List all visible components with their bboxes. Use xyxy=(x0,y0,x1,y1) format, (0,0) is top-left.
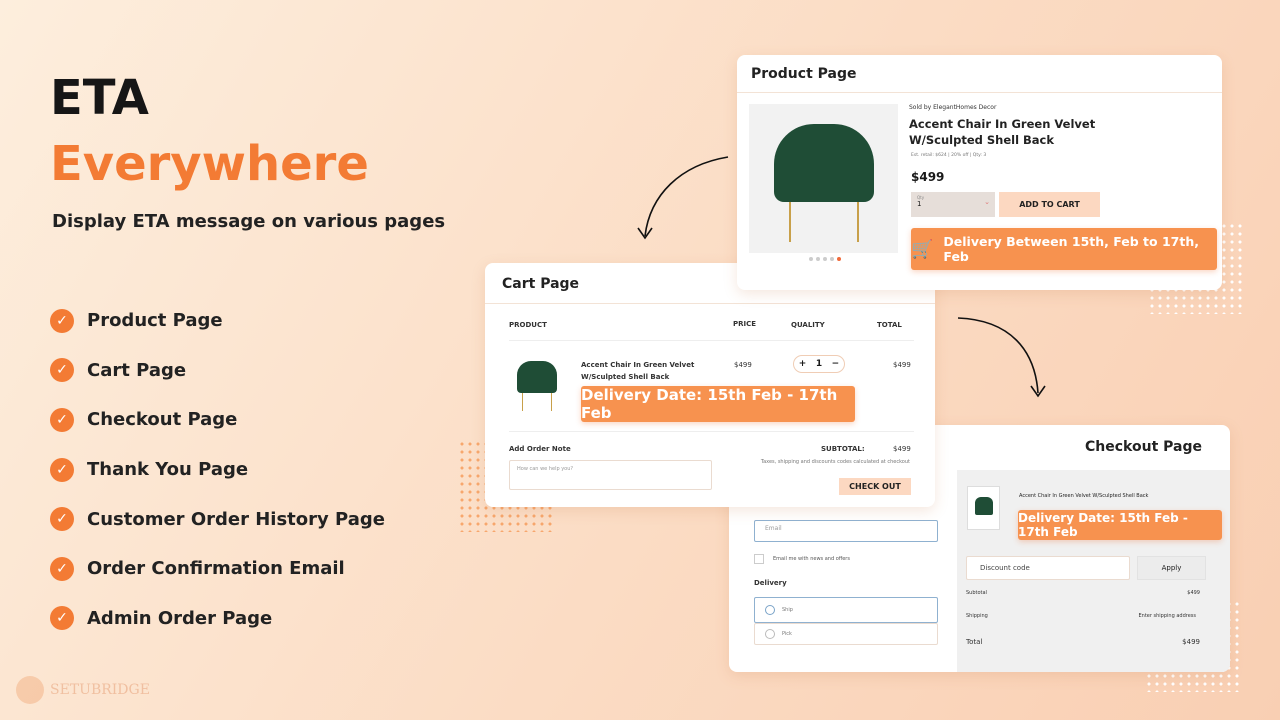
product-image xyxy=(513,361,561,417)
arrow-cart-to-checkout xyxy=(957,317,1039,394)
plus-button[interactable]: + xyxy=(799,359,807,369)
product-thumbnail xyxy=(967,486,1000,530)
delivery-option-pick[interactable]: Pick xyxy=(754,623,938,645)
card-title: Product Page xyxy=(751,66,857,82)
arrow-product-to-cart xyxy=(644,156,729,237)
eta-message: Delivery Date: 15th Feb - 17th Feb xyxy=(581,386,855,422)
order-note-textarea[interactable]: How can we help you? xyxy=(509,460,712,490)
delivery-option-ship[interactable]: Ship xyxy=(754,597,938,623)
order-summary-panel: Accent Chair In Green Velvet W/Sculpted … xyxy=(957,470,1230,672)
apply-button[interactable]: Apply xyxy=(1137,556,1206,580)
card-title: Checkout Page xyxy=(1085,439,1202,455)
discount-code-input[interactable]: Discount code xyxy=(966,556,1130,580)
product-name: Accent Chair In Green Velvet W/Sculpted … xyxy=(909,117,1096,147)
quantity-select[interactable]: Qty 1 ⌄ xyxy=(911,192,995,217)
product-page-card: Product Page Sold by ElegantHomes Decor … xyxy=(737,55,1222,290)
add-to-cart-button[interactable]: ADD TO CART xyxy=(999,192,1100,217)
eta-message: Delivery Date: 15th Feb - 17th Feb xyxy=(1018,510,1222,540)
image-carousel-dots[interactable] xyxy=(809,257,841,261)
card-title: Cart Page xyxy=(502,276,580,292)
chevron-down-icon: ⌄ xyxy=(984,198,990,206)
cart-icon: 🛒 xyxy=(911,238,934,260)
eta-message: 🛒 Delivery Between 15th, Feb to 17th, Feb xyxy=(911,228,1217,270)
product-price: $499 xyxy=(911,170,945,184)
cart-page-card: Cart Page PRODUCT PRICE QUALITY TOTAL Ac… xyxy=(485,263,935,507)
check-out-button[interactable]: CHECK OUT xyxy=(839,478,911,495)
email-input[interactable]: Email xyxy=(754,520,938,542)
minus-button[interactable]: − xyxy=(832,359,840,369)
quantity-stepper[interactable]: +1− xyxy=(793,355,845,373)
product-image xyxy=(749,104,898,253)
newsletter-checkbox[interactable] xyxy=(754,554,764,564)
